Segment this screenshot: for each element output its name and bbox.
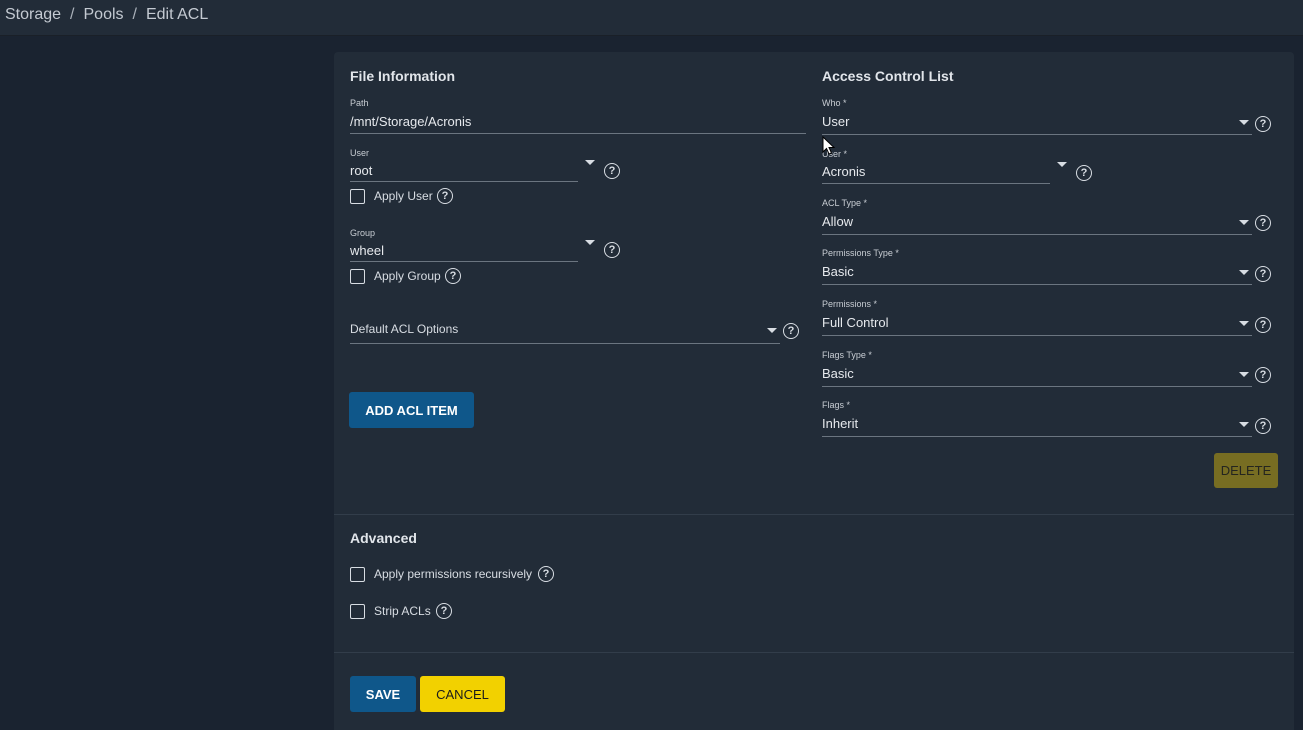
apply-recursive-label: Apply permissions recursively	[374, 567, 533, 581]
permissions-type-underline	[822, 284, 1252, 285]
who-underline	[822, 134, 1252, 135]
group-select[interactable]: wheel	[350, 243, 578, 261]
who-select[interactable]: User	[822, 114, 1252, 132]
permissions-select[interactable]: Full Control	[822, 315, 1252, 333]
flags-caret-icon[interactable]	[1239, 422, 1249, 427]
breadcrumb-separator: /	[132, 6, 137, 23]
apply-user-checkbox[interactable]	[350, 189, 365, 204]
user-help-icon[interactable]: ?	[604, 163, 620, 179]
acl-type-select[interactable]: Allow	[822, 214, 1252, 232]
apply-group-label: Apply Group	[374, 269, 441, 283]
apply-user-help-icon[interactable]: ?	[437, 188, 453, 204]
flags-label: Flags *	[822, 400, 851, 410]
permissions-type-label: Permissions Type *	[822, 248, 899, 258]
flags-select[interactable]: Inherit	[822, 416, 1252, 434]
breadcrumb: Storage / Pools / Edit ACL	[5, 6, 208, 24]
permissions-help-icon[interactable]: ?	[1255, 317, 1271, 333]
flags-type-label: Flags Type *	[822, 350, 872, 360]
who-help-icon[interactable]: ?	[1255, 116, 1271, 132]
acl-title: Access Control List	[822, 68, 954, 84]
add-acl-item-button[interactable]: ADD ACL ITEM	[349, 392, 474, 428]
group-label: Group	[350, 228, 376, 238]
who-label: Who *	[822, 98, 847, 108]
permissions-label: Permissions *	[822, 299, 878, 309]
acl-type-help-icon[interactable]: ?	[1255, 215, 1271, 231]
acl-type-caret-icon[interactable]	[1239, 220, 1249, 225]
group-help-icon[interactable]: ?	[604, 242, 620, 258]
edit-acl-card: File Information Path /mnt/Storage/Acron…	[334, 52, 1294, 730]
acl-user-help-icon[interactable]: ?	[1076, 165, 1092, 181]
breadcrumb-separator: /	[70, 6, 75, 23]
user-select[interactable]: root	[350, 163, 578, 181]
acl-user-caret-icon[interactable]	[1057, 162, 1067, 167]
flags-type-select[interactable]: Basic	[822, 366, 1252, 384]
actions-divider	[334, 652, 1294, 653]
apply-group-help-icon[interactable]: ?	[445, 268, 461, 284]
apply-group-checkbox[interactable]	[350, 269, 365, 284]
breadcrumb-storage[interactable]: Storage	[5, 6, 61, 23]
default-acl-help-icon[interactable]: ?	[783, 323, 799, 339]
save-button[interactable]: SAVE	[350, 676, 416, 712]
section-divider	[334, 514, 1294, 515]
apply-recursive-checkbox[interactable]	[350, 567, 365, 582]
strip-acls-label: Strip ACLs	[374, 604, 431, 618]
permissions-type-select[interactable]: Basic	[822, 264, 1252, 282]
permissions-type-caret-icon[interactable]	[1239, 270, 1249, 275]
flags-type-caret-icon[interactable]	[1239, 372, 1249, 377]
path-underline	[350, 133, 806, 134]
delete-acl-item-button[interactable]: DELETE	[1214, 453, 1278, 488]
apply-user-label: Apply User	[374, 189, 433, 203]
group-dropdown-caret-icon[interactable]	[585, 240, 595, 245]
user-dropdown-caret-icon[interactable]	[585, 160, 595, 165]
path-label: Path	[350, 98, 369, 108]
top-bar: Storage / Pools / Edit ACL	[0, 0, 1303, 36]
default-acl-options-select[interactable]: Default ACL Options	[350, 322, 780, 340]
default-acl-caret-icon[interactable]	[767, 328, 777, 333]
flags-help-icon[interactable]: ?	[1255, 418, 1271, 434]
acl-user-underline	[822, 183, 1050, 184]
permissions-underline	[822, 335, 1252, 336]
user-label: User	[350, 148, 370, 158]
acl-type-label: ACL Type *	[822, 198, 868, 208]
acl-type-underline	[822, 234, 1252, 235]
permissions-caret-icon[interactable]	[1239, 321, 1249, 326]
strip-acls-checkbox[interactable]	[350, 604, 365, 619]
flags-underline	[822, 436, 1252, 437]
cancel-button[interactable]: CANCEL	[420, 676, 505, 712]
flags-type-underline	[822, 386, 1252, 387]
breadcrumb-pools[interactable]: Pools	[84, 6, 124, 23]
mouse-cursor-icon	[822, 136, 836, 155]
breadcrumb-edit-acl: Edit ACL	[145, 6, 209, 23]
group-underline	[350, 261, 578, 262]
user-underline	[350, 181, 578, 182]
advanced-title: Advanced	[350, 530, 417, 546]
flags-type-help-icon[interactable]: ?	[1255, 367, 1271, 383]
who-caret-icon[interactable]	[1239, 120, 1249, 125]
acl-user-select[interactable]: Acronis	[822, 164, 1050, 182]
strip-acls-help-icon[interactable]: ?	[436, 603, 452, 619]
file-information-title: File Information	[350, 68, 455, 84]
path-value: /mnt/Storage/Acronis	[350, 114, 472, 129]
apply-recursive-help-icon[interactable]: ?	[538, 566, 554, 582]
permissions-type-help-icon[interactable]: ?	[1255, 266, 1271, 282]
default-acl-underline	[350, 343, 780, 344]
